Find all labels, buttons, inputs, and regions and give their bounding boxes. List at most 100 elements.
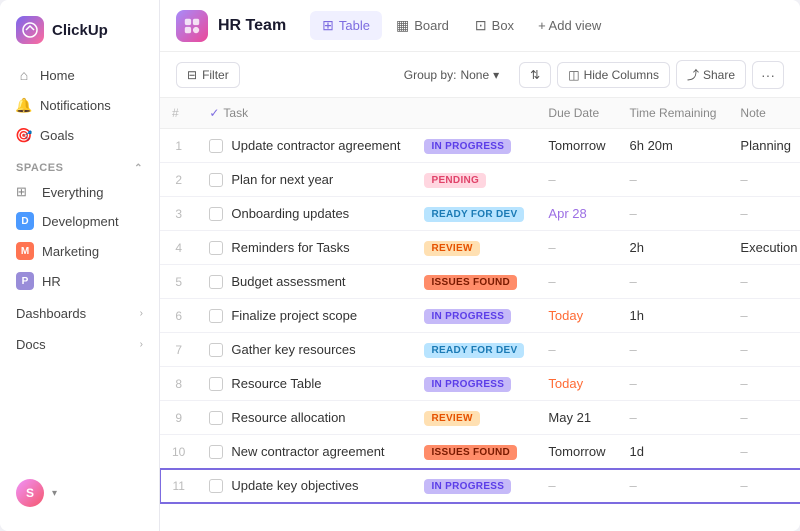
time-remaining-cell: 1h [618, 299, 729, 333]
sidebar-item-dashboards[interactable]: Dashboards › [0, 300, 159, 327]
status-badge[interactable]: ISSUES FOUND [424, 275, 517, 290]
sidebar-item-hr[interactable]: P HR [0, 266, 159, 296]
share-button[interactable]: ⤴ Share [676, 60, 746, 89]
task-checkbox[interactable] [209, 479, 223, 493]
logo-text: ClickUp [52, 22, 108, 39]
task-checkbox[interactable] [209, 139, 223, 153]
group-by-control[interactable]: Group by: None ▾ [404, 68, 499, 82]
status-cell: ISSUES FOUND [412, 435, 536, 469]
note-cell: – [728, 333, 800, 367]
time-remaining-cell: – [618, 163, 729, 197]
tab-board[interactable]: ▦ Board [384, 11, 461, 40]
sidebar-item-development[interactable]: D Development [0, 206, 159, 236]
add-view-button[interactable]: + Add view [528, 12, 611, 39]
note-cell: – [728, 435, 800, 469]
status-badge[interactable]: REVIEW [424, 411, 479, 426]
task-cell: Onboarding updates [197, 197, 412, 231]
task-checkbox[interactable] [209, 309, 223, 323]
bell-icon: 🔔 [16, 97, 32, 113]
avatar-chevron-icon: ▾ [52, 488, 57, 499]
hide-columns-button[interactable]: ◫ Hide Columns [557, 62, 670, 88]
task-name: Resource Table [231, 376, 321, 391]
status-badge[interactable]: IN PROGRESS [424, 377, 511, 392]
chevron-icon: ⌃ [134, 163, 143, 174]
time-remaining-cell: – [618, 469, 729, 504]
due-date-cell: May 21 [536, 401, 617, 435]
status-badge[interactable]: READY FOR DEV [424, 207, 524, 222]
note-cell: – [728, 401, 800, 435]
task-cell: Gather key resources [197, 333, 412, 367]
sidebar-item-label: Marketing [42, 244, 99, 259]
task-checkbox[interactable] [209, 377, 223, 391]
row-num: 9 [160, 401, 197, 435]
more-options-button[interactable]: ··· [752, 61, 784, 89]
row-num: 10 [160, 435, 197, 469]
status-badge[interactable]: IN PROGRESS [424, 139, 511, 154]
tab-box-label: Box [492, 18, 514, 33]
col-time: Time Remaining [618, 98, 729, 129]
time-remaining-cell: 6h 20m [618, 129, 729, 163]
row-num: 3 [160, 197, 197, 231]
goals-icon: 🎯 [16, 127, 32, 143]
task-name: Plan for next year [231, 172, 333, 187]
task-cell: Reminders for Tasks [197, 231, 412, 265]
time-remaining-cell: – [618, 367, 729, 401]
sidebar-item-goals[interactable]: 🎯 Goals [0, 120, 159, 150]
due-date-cell: – [536, 469, 617, 504]
task-name: Budget assessment [231, 274, 345, 289]
status-badge[interactable]: PENDING [424, 173, 486, 188]
task-cell: Update key objectives [197, 469, 412, 504]
table-row: 8Resource TableIN PROGRESSToday–– [160, 367, 800, 401]
sidebar-item-marketing[interactable]: M Marketing [0, 236, 159, 266]
status-badge[interactable]: IN PROGRESS [424, 309, 511, 324]
sidebar-item-label: Notifications [40, 98, 111, 113]
user-avatar-area[interactable]: S ▾ [0, 467, 159, 519]
box-icon: ⊡ [475, 17, 487, 34]
filter-button[interactable]: ⊟ Filter [176, 62, 240, 88]
col-note: Note [728, 98, 800, 129]
table-icon: ⊞ [322, 17, 334, 34]
chevron-down-icon: ▾ [493, 68, 499, 82]
sidebar-item-notifications[interactable]: 🔔 Notifications [0, 90, 159, 120]
toolbar: ⊟ Filter Group by: None ▾ ⇅ ◫ Hide Colum… [160, 52, 800, 98]
task-name: Finalize project scope [231, 308, 357, 323]
board-icon: ▦ [396, 17, 409, 34]
status-badge[interactable]: ISSUES FOUND [424, 445, 517, 460]
task-checkbox[interactable] [209, 275, 223, 289]
view-tabs: ⊞ Table ▦ Board ⊡ Box + Add view [310, 11, 611, 40]
task-name: New contractor agreement [231, 444, 384, 459]
table-row: 3Onboarding updatesREADY FOR DEVApr 28–– [160, 197, 800, 231]
status-cell: PENDING [412, 163, 536, 197]
filter-icon: ⊟ [187, 68, 197, 82]
table-row: 9Resource allocationREVIEWMay 21–– [160, 401, 800, 435]
col-due: Due Date [536, 98, 617, 129]
status-badge[interactable]: READY FOR DEV [424, 343, 524, 358]
task-name: Gather key resources [231, 342, 355, 357]
sidebar-item-home[interactable]: ⌂ Home [0, 60, 159, 90]
main-content: HR Team ⊞ Table ▦ Board ⊡ Box + Add view… [160, 0, 800, 531]
note-cell: – [728, 299, 800, 333]
due-date-cell: – [536, 231, 617, 265]
task-checkbox[interactable] [209, 411, 223, 425]
sidebar-item-everything[interactable]: ⊞ Everything [0, 178, 159, 206]
note-cell: – [728, 367, 800, 401]
avatar: S [16, 479, 44, 507]
status-badge[interactable]: REVIEW [424, 241, 479, 256]
status-cell: READY FOR DEV [412, 197, 536, 231]
status-badge[interactable]: IN PROGRESS [424, 479, 511, 494]
sort-button[interactable]: ⇅ [519, 62, 551, 88]
task-cell: Resource allocation [197, 401, 412, 435]
task-checkbox[interactable] [209, 343, 223, 357]
time-remaining-cell: 1d [618, 435, 729, 469]
tab-table[interactable]: ⊞ Table [310, 11, 382, 40]
task-checkbox[interactable] [209, 445, 223, 459]
tab-box[interactable]: ⊡ Box [463, 11, 526, 40]
row-num: 11 [160, 469, 197, 504]
task-checkbox[interactable] [209, 173, 223, 187]
task-checkbox[interactable] [209, 207, 223, 221]
row-num: 1 [160, 129, 197, 163]
task-checkbox[interactable] [209, 241, 223, 255]
note-cell: Planning [728, 129, 800, 163]
data-table: # ✓ Task Due Date Time Remaining Note 1U… [160, 98, 800, 531]
sidebar-item-docs[interactable]: Docs › [0, 331, 159, 358]
